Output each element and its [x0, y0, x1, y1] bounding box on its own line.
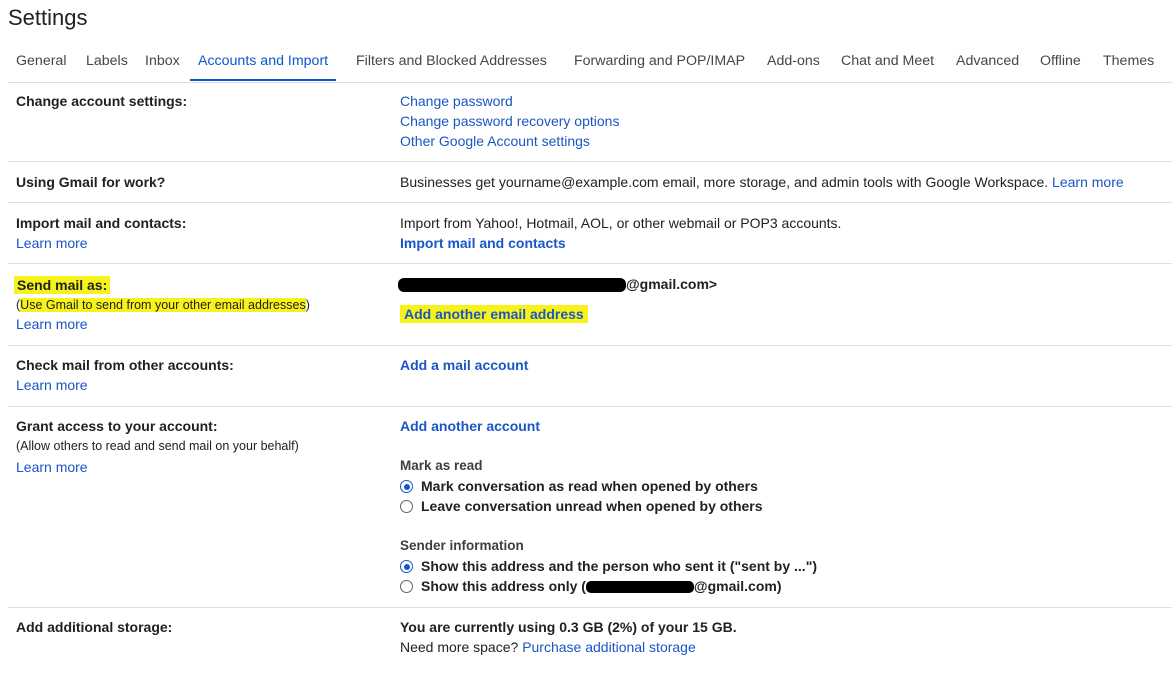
redacted-address: [398, 278, 626, 293]
tab-forwarding-and-pop-imap[interactable]: Forwarding and POP/IMAP: [566, 50, 753, 81]
section-gmail-work: Using Gmail for work? Businesses get you…: [8, 162, 1172, 203]
import-mail-text: Import from Yahoo!, Hotmail, AOL, or oth…: [400, 215, 842, 231]
mark-read-option[interactable]: Mark conversation as read when opened by…: [400, 478, 758, 494]
google-account-settings-link[interactable]: Other Google Account settings: [400, 133, 590, 149]
gmail-work-text: Businesses get yourname@example.com emai…: [400, 174, 1124, 190]
check-mail-learn-more[interactable]: Learn more: [16, 377, 88, 393]
section-check-mail: Check mail from other accounts: Learn mo…: [8, 346, 1172, 407]
leave-unread-option[interactable]: Leave conversation unread when opened by…: [400, 498, 763, 514]
section-storage: Add additional storage: You are currentl…: [8, 608, 1172, 678]
section-send-mail-as: Send mail as: (Use Gmail to send from yo…: [8, 264, 1172, 346]
radio-selected-icon[interactable]: [400, 560, 413, 573]
send-mail-as-sub: (Use Gmail to send from your other email…: [16, 298, 310, 312]
add-mail-account-button[interactable]: Add a mail account: [400, 357, 528, 373]
gmail-work-label: Using Gmail for work?: [16, 174, 166, 190]
storage-usage: You are currently using 0.3 GB (2%) of y…: [400, 619, 737, 635]
grant-access-label: Grant access to your account:: [16, 418, 218, 434]
tab-labels[interactable]: Labels: [78, 50, 136, 81]
import-mail-label: Import mail and contacts:: [16, 215, 187, 231]
tab-inbox[interactable]: Inbox: [137, 50, 188, 81]
section-grant-access: Grant access to your account: (Allow oth…: [8, 407, 1172, 608]
tab-accounts-and-import[interactable]: Accounts and Import: [190, 50, 337, 81]
purchase-storage-link[interactable]: Purchase additional storage: [522, 639, 696, 655]
tab-add-ons[interactable]: Add-ons: [759, 50, 828, 81]
gmail-work-learn-more[interactable]: Learn more: [1052, 174, 1124, 190]
storage-label: Add additional storage:: [16, 619, 173, 635]
check-mail-label: Check mail from other accounts:: [16, 357, 234, 373]
tab-chat-and-meet[interactable]: Chat and Meet: [833, 50, 942, 81]
change-account-label: Change account settings:: [16, 93, 188, 109]
grant-access-sub: (Allow others to read and send mail on y…: [16, 439, 299, 453]
tab-filters-and-blocked-addresses[interactable]: Filters and Blocked Addresses: [348, 50, 555, 81]
tab-offline[interactable]: Offline: [1032, 50, 1089, 81]
radio-unselected-icon[interactable]: [400, 580, 413, 593]
tab-advanced[interactable]: Advanced: [948, 50, 1027, 81]
send-mail-as-label: Send mail as:: [14, 276, 111, 294]
add-another-account-button[interactable]: Add another account: [400, 418, 540, 434]
storage-need-more: Need more space? Purchase additional sto…: [400, 639, 696, 655]
send-mail-as-address: @gmail.com>: [398, 276, 717, 293]
tab-general[interactable]: General: [8, 50, 74, 81]
radio-unselected-icon[interactable]: [400, 500, 413, 513]
section-import-mail: Import mail and contacts: Learn more Imp…: [8, 203, 1172, 264]
add-another-email-button[interactable]: Add another email address: [390, 305, 598, 323]
sender-info-option-1[interactable]: Show this address and the person who sen…: [400, 558, 817, 574]
sender-info-heading: Sender information: [400, 538, 524, 553]
redacted-address: [585, 581, 694, 594]
settings-tabs: General Labels Inbox Accounts and Import…: [8, 50, 1172, 83]
page-title: Settings: [8, 5, 88, 30]
change-password-link[interactable]: Change password: [400, 93, 513, 109]
grant-access-learn-more[interactable]: Learn more: [16, 459, 88, 475]
tab-themes[interactable]: Themes: [1095, 50, 1162, 81]
section-change-account: Change account settings: Change password…: [8, 83, 1172, 162]
sender-info-option-2[interactable]: Show this address only (@gmail.com): [400, 578, 781, 594]
change-recovery-link[interactable]: Change password recovery options: [400, 113, 619, 129]
send-mail-as-learn-more[interactable]: Learn more: [16, 316, 88, 332]
import-mail-learn-more[interactable]: Learn more: [16, 235, 88, 251]
import-mail-button[interactable]: Import mail and contacts: [400, 235, 566, 251]
mark-as-read-heading: Mark as read: [400, 458, 483, 473]
radio-selected-icon[interactable]: [400, 480, 413, 493]
